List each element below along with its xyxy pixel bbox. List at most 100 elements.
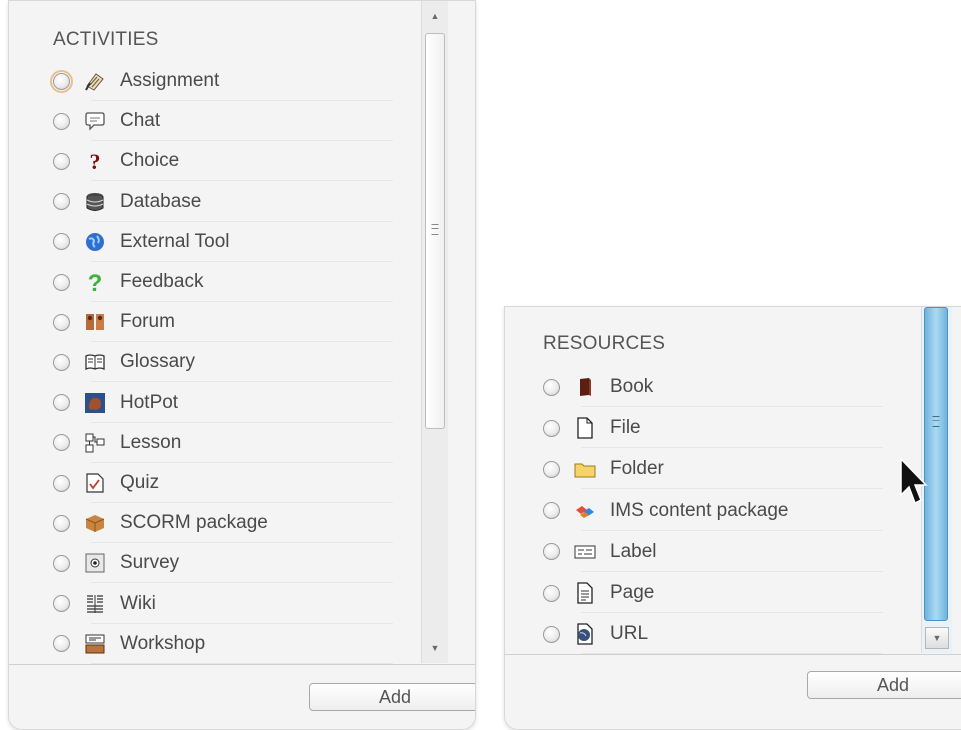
- radio-button[interactable]: [53, 313, 70, 331]
- scroll-grip-icon: [932, 416, 940, 427]
- radio-button[interactable]: [543, 584, 560, 602]
- radio-button[interactable]: [543, 419, 560, 437]
- scroll-up-arrow-icon[interactable]: ▲: [422, 7, 448, 25]
- radio-button[interactable]: [53, 635, 70, 653]
- radio-button[interactable]: [53, 514, 70, 532]
- radio-button[interactable]: [53, 595, 70, 613]
- item-label: File: [610, 417, 641, 439]
- activities-add-button[interactable]: Add: [309, 683, 475, 711]
- file-icon: [574, 417, 596, 439]
- item-label: HotPot: [120, 391, 179, 413]
- list-item-resources-2[interactable]: Folder: [543, 449, 883, 490]
- list-item-resources-0[interactable]: Book: [543, 367, 883, 407]
- page-icon: [574, 582, 596, 604]
- radio-button[interactable]: [543, 460, 560, 478]
- mouse-pointer-icon: [900, 457, 928, 505]
- item-label: URL: [610, 623, 649, 645]
- item-label: External Tool: [120, 230, 230, 252]
- forum-icon: [84, 311, 106, 333]
- list-item-resources-3[interactable]: IMS content package: [543, 491, 883, 531]
- list-item-activities-0[interactable]: Assignment: [50, 61, 393, 101]
- activities-panel: ACTIVITIES Assignment Chat ? Choice Database…: [8, 0, 476, 730]
- radio-button[interactable]: [53, 193, 70, 211]
- item-label: Label: [610, 540, 657, 562]
- list-item-activities-8[interactable]: HotPot: [53, 383, 393, 423]
- list-item-activities-2[interactable]: ? Choice: [53, 141, 393, 182]
- divider: [581, 570, 883, 572]
- item-label: IMS content package: [610, 499, 789, 521]
- radio-button[interactable]: [53, 273, 70, 291]
- ims-content-package-icon: [574, 500, 596, 522]
- item-label: Lesson: [120, 431, 182, 453]
- item-label: Folder: [610, 458, 664, 480]
- radio-button[interactable]: [53, 112, 70, 130]
- chat-icon: [84, 110, 106, 132]
- svg-text:?: ?: [90, 150, 101, 172]
- activities-heading: ACTIVITIES: [53, 29, 159, 50]
- item-label: Glossary: [120, 351, 195, 373]
- item-label: Forum: [120, 311, 175, 333]
- list-item-activities-12[interactable]: Survey: [53, 543, 393, 584]
- radio-button[interactable]: [543, 502, 560, 520]
- list-item-activities-11[interactable]: SCORM package: [53, 503, 393, 544]
- item-label: Chat: [120, 110, 161, 132]
- resources-panel: RESOURCES Book File Folder IMS content pack…: [504, 306, 961, 730]
- radio-button[interactable]: [50, 69, 73, 93]
- item-label: Workshop: [120, 632, 206, 654]
- list-item-resources-1[interactable]: File: [543, 408, 883, 449]
- activities-scroll-thumb[interactable]: [425, 33, 445, 429]
- list-item-activities-7[interactable]: Glossary: [53, 342, 393, 383]
- radio-button[interactable]: [53, 554, 70, 572]
- radio-button[interactable]: [543, 625, 560, 643]
- list-item-resources-6[interactable]: URL: [543, 614, 883, 655]
- choice-icon: ?: [84, 150, 106, 172]
- list-item-resources-4[interactable]: Label: [543, 532, 883, 572]
- list-item-activities-4[interactable]: External Tool: [53, 222, 393, 262]
- external-tool-icon: [84, 231, 106, 253]
- list-item-activities-10[interactable]: Quiz: [53, 463, 393, 503]
- url-icon: [574, 623, 596, 645]
- list-item-activities-1[interactable]: Chat: [53, 101, 393, 142]
- activities-list: ACTIVITIES Assignment Chat ? Choice Database…: [9, 1, 475, 664]
- wiki-icon: [84, 593, 106, 615]
- radio-button[interactable]: [53, 233, 70, 251]
- scorm-package-icon: [84, 512, 106, 534]
- scroll-down-arrow-icon[interactable]: ▼: [925, 627, 949, 649]
- label-icon: [574, 541, 596, 563]
- list-item-activities-13[interactable]: Wiki: [53, 584, 393, 624]
- svg-text:?: ?: [88, 271, 103, 293]
- divider: [581, 488, 883, 490]
- resources-heading: RESOURCES: [543, 333, 666, 354]
- workshop-icon: [84, 633, 106, 655]
- divider: [581, 612, 883, 613]
- radio-button[interactable]: [53, 152, 70, 170]
- item-label: Page: [610, 582, 655, 603]
- radio-button[interactable]: [543, 543, 560, 561]
- item-label: Database: [120, 190, 202, 212]
- scroll-down-arrow-icon[interactable]: ▼: [422, 639, 448, 657]
- divider: [581, 529, 883, 531]
- radio-button[interactable]: [53, 434, 70, 452]
- survey-icon: [84, 552, 106, 574]
- resources-add-button[interactable]: Add: [807, 671, 961, 699]
- item-label: Wiki: [120, 592, 156, 614]
- radio-button[interactable]: [543, 378, 560, 396]
- list-item-activities-14[interactable]: Workshop: [53, 624, 393, 664]
- list-item-activities-3[interactable]: Database: [53, 182, 393, 222]
- radio-button[interactable]: [53, 353, 70, 371]
- item-label: Feedback: [120, 271, 204, 292]
- radio-button[interactable]: [53, 474, 70, 492]
- glossary-icon: [84, 351, 106, 373]
- list-item-resources-5[interactable]: Page: [543, 573, 883, 613]
- item-label: Quiz: [120, 472, 160, 493]
- divider: [581, 406, 883, 407]
- item-label: SCORM package: [120, 512, 268, 534]
- item-label: Survey: [120, 552, 180, 574]
- hotpot-icon: [84, 392, 106, 414]
- divider: [581, 447, 883, 449]
- list-item-activities-5[interactable]: ? Feedback: [53, 262, 393, 302]
- activities-scrollbar[interactable]: ▲ ▼: [421, 1, 448, 663]
- list-item-activities-9[interactable]: Lesson: [53, 423, 393, 463]
- radio-button[interactable]: [53, 394, 70, 412]
- list-item-activities-6[interactable]: Forum: [53, 302, 393, 343]
